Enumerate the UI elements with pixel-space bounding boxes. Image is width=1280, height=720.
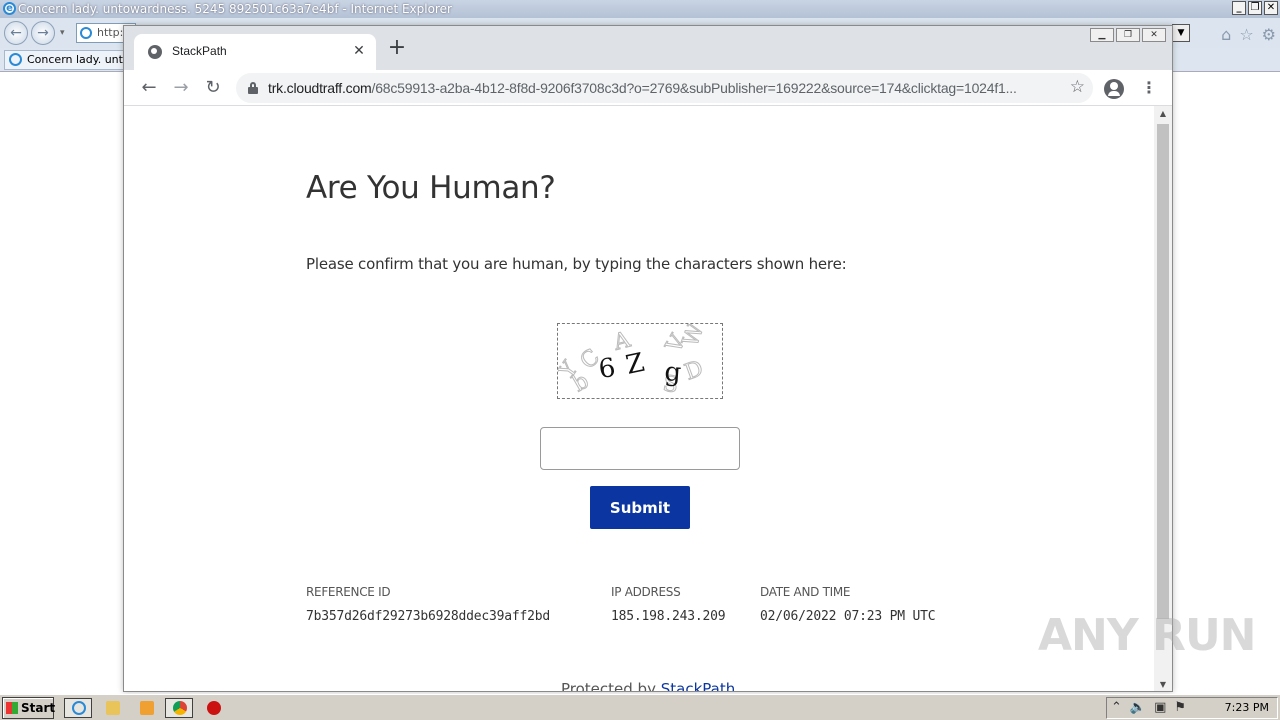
captcha-image: Y C A V W D b S 6 Z g <box>557 323 723 399</box>
new-tab-plus-icon[interactable]: + <box>386 37 408 60</box>
ie-logo-icon: e <box>3 2 16 15</box>
page-viewport: Are You Human? Please confirm that you a… <box>124 106 1154 692</box>
ie-window-title: Concern lady. untowardness. 5245 892501c… <box>18 2 452 16</box>
chrome-restore-icon[interactable]: ❐ <box>1116 28 1140 42</box>
omnibox[interactable]: trk.cloudtraff.com/68c59913-a2ba-4b12-8f… <box>236 73 1093 103</box>
restore-icon[interactable]: ❐ <box>1248 1 1262 15</box>
ie-address-dropdown-button[interactable]: ▼ <box>1172 24 1190 42</box>
ip-address-value: 185.198.243.209 <box>611 609 726 624</box>
submit-button[interactable]: Submit <box>590 486 690 529</box>
clock[interactable]: 7:23 PM <box>1225 701 1269 714</box>
date-time-label: DATE AND TIME <box>760 585 851 599</box>
ip-address-label: IP ADDRESS <box>611 585 681 599</box>
ie-tab[interactable]: Concern lady. untow <box>4 50 134 70</box>
chrome-window-controls: ▁ ❐ ✕ <box>1090 28 1166 42</box>
ie-window-controls: _ ❐ ✕ <box>1232 1 1278 15</box>
ie-history-dropdown-icon[interactable]: ▾ <box>60 28 65 38</box>
ie-toolbar-icons: ⌂ ☆ ⚙ <box>1221 25 1276 44</box>
scrollbar-thumb[interactable] <box>1157 124 1169 619</box>
taskbar-chrome-icon[interactable] <box>165 698 193 718</box>
favorites-star-icon[interactable]: ☆ <box>1239 25 1253 44</box>
date-time-value: 02/06/2022 07:23 PM UTC <box>760 609 936 624</box>
lock-icon[interactable] <box>248 82 258 94</box>
captcha-instruction: Please confirm that you are human, by ty… <box>306 255 847 273</box>
reference-id-label: REFERENCE ID <box>306 585 391 599</box>
chrome-close-icon[interactable]: ✕ <box>1142 28 1166 42</box>
chrome-tab-stackpath[interactable]: StackPath ✕ <box>134 34 376 70</box>
ie-address-text: http: <box>97 26 124 39</box>
stackpath-link[interactable]: StackPath <box>661 680 735 691</box>
url-host: trk.cloudtraff.com <box>268 80 372 96</box>
forward-icon[interactable]: → <box>167 74 195 102</box>
chrome-toolbar: ← → ↻ trk.cloudtraff.com/68c59913-a2ba-4… <box>124 70 1172 106</box>
taskbar-stop-icon[interactable] <box>199 698 227 718</box>
ie-tab-icon <box>9 53 22 66</box>
scroll-up-icon[interactable]: ▲ <box>1157 108 1169 120</box>
stop-icon <box>207 701 221 715</box>
ie-title-bar: e Concern lady. untowardness. 5245 89250… <box>0 0 1280 18</box>
back-icon[interactable]: ← <box>135 74 163 102</box>
home-icon[interactable]: ⌂ <box>1221 25 1231 44</box>
ie-icon <box>72 701 86 715</box>
reference-id-value: 7b357d26df29273b6928ddec39aff2bd <box>306 609 551 624</box>
chrome-tab-strip: StackPath ✕ + ▁ ❐ ✕ <box>124 26 1172 70</box>
url-path: /68c59913-a2ba-4b12-8f8d-9206f3708c3d?o=… <box>371 80 1017 96</box>
close-tab-icon[interactable]: ✕ <box>350 42 368 60</box>
captcha-char: Z <box>623 348 647 381</box>
protected-by-footer: Protected by StackPath <box>561 680 735 692</box>
profile-icon[interactable] <box>1104 79 1124 99</box>
close-icon[interactable]: ✕ <box>1264 1 1278 15</box>
ie-forward-button[interactable]: → <box>31 21 55 45</box>
media-player-icon <box>140 701 154 715</box>
start-label: Start <box>21 701 56 715</box>
page-title: Are You Human? <box>306 170 556 206</box>
taskbar-media-player-icon[interactable] <box>132 698 160 718</box>
ie-tab-title: Concern lady. untow <box>27 53 134 66</box>
gear-icon[interactable]: ⚙ <box>1262 25 1276 44</box>
captcha-noise-char: D <box>682 356 707 386</box>
system-tray: ⌃🔈▣⚑ 7:23 PM <box>1106 697 1278 719</box>
scroll-down-icon[interactable]: ▼ <box>1157 679 1169 691</box>
ie-back-button[interactable]: ← <box>4 21 28 45</box>
chrome-icon <box>173 701 187 715</box>
anyrun-watermark: ANY RUN <box>1038 610 1256 661</box>
bookmark-star-icon[interactable]: ☆ <box>1070 77 1085 97</box>
reload-icon[interactable]: ↻ <box>199 74 227 102</box>
captcha-char: g <box>664 357 683 388</box>
chrome-window: StackPath ✕ + ▁ ❐ ✕ ← → ↻ trk.cloudtraff… <box>123 25 1173 692</box>
globe-icon <box>148 45 162 59</box>
chrome-minimize-icon[interactable]: ▁ <box>1090 28 1114 42</box>
chrome-tab-title: StackPath <box>172 44 227 58</box>
menu-icon[interactable]: ⋮ <box>1141 76 1157 100</box>
protected-by-text: Protected by <box>561 680 656 692</box>
windows-logo-icon <box>6 702 18 714</box>
folder-icon <box>106 701 120 715</box>
minimize-icon[interactable]: _ <box>1232 1 1246 15</box>
start-button[interactable]: Start <box>2 697 56 719</box>
vertical-scrollbar[interactable]: ▲ ▼ <box>1154 106 1172 691</box>
taskbar-ie-icon[interactable] <box>64 698 92 718</box>
captcha-input[interactable] <box>540 427 740 470</box>
captcha-graphic: Y C A V W D b S 6 Z g <box>558 324 710 398</box>
windows-taskbar: Start ⌃🔈▣⚑ 7:23 PM <box>0 694 1280 720</box>
taskbar-explorer-icon[interactable] <box>98 698 126 718</box>
ie-page-icon <box>80 27 92 39</box>
tray-icons[interactable]: ⌃🔈▣⚑ <box>1111 700 1194 715</box>
omnibox-url[interactable]: trk.cloudtraff.com/68c59913-a2ba-4b12-8f… <box>268 80 1056 96</box>
captcha-char: 6 <box>597 353 618 385</box>
